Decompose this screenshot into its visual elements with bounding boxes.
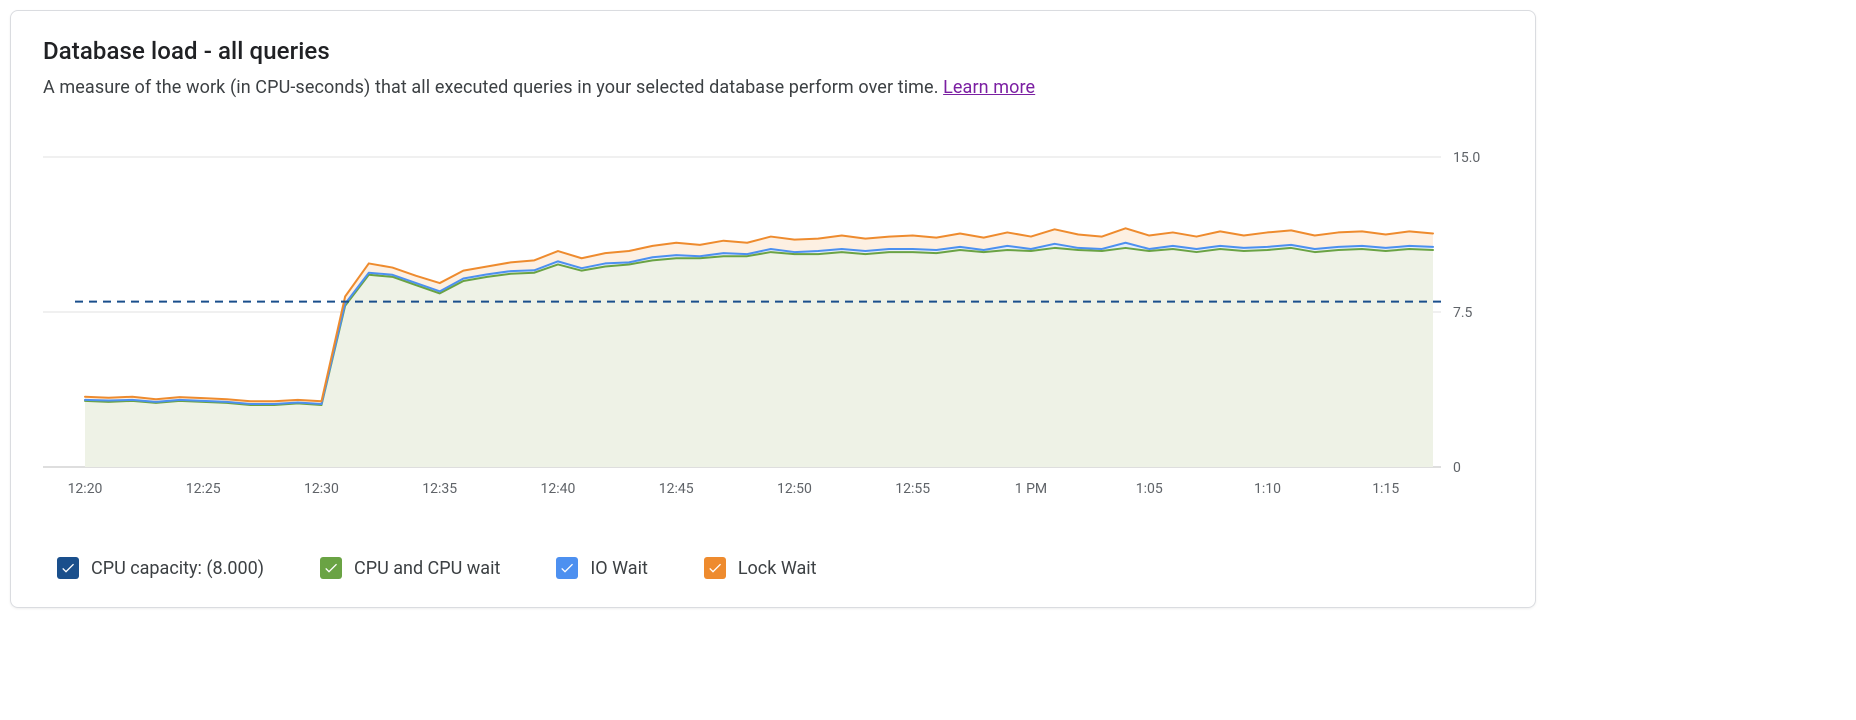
- svg-text:12:35: 12:35: [422, 481, 457, 497]
- legend-cpu-wait[interactable]: CPU and CPU wait: [320, 557, 500, 579]
- legend-io-wait[interactable]: IO Wait: [556, 557, 647, 579]
- legend-label: CPU capacity: (8.000): [91, 558, 264, 579]
- database-load-card: Database load - all queries A measure of…: [10, 10, 1536, 608]
- checkbox-icon: [57, 557, 79, 579]
- svg-text:12:55: 12:55: [895, 481, 930, 497]
- subtitle-text: A measure of the work (in CPU-seconds) t…: [43, 77, 943, 98]
- checkmark-icon: [60, 560, 76, 576]
- legend: CPU capacity: (8.000) CPU and CPU wait I…: [57, 557, 817, 579]
- card-title: Database load - all queries: [43, 11, 1503, 77]
- checkmark-icon: [707, 560, 723, 576]
- legend-label: Lock Wait: [738, 558, 817, 579]
- legend-label: CPU and CPU wait: [354, 558, 500, 579]
- checkmark-icon: [323, 560, 339, 576]
- chart-area: 0 7.5 15.0 12:20 12:25 12:30 12:35 12:40 12:45 12…: [43, 151, 1503, 503]
- checkbox-icon: [556, 557, 578, 579]
- svg-text:12:20: 12:20: [68, 481, 103, 497]
- svg-text:7.5: 7.5: [1453, 305, 1473, 321]
- svg-text:12:50: 12:50: [777, 481, 812, 497]
- svg-text:12:30: 12:30: [304, 481, 339, 497]
- checkbox-icon: [320, 557, 342, 579]
- svg-text:12:40: 12:40: [541, 481, 576, 497]
- svg-text:1 PM: 1 PM: [1015, 481, 1047, 497]
- svg-text:1:05: 1:05: [1136, 481, 1163, 497]
- legend-label: IO Wait: [590, 558, 647, 579]
- svg-text:1:10: 1:10: [1254, 481, 1281, 497]
- card-subtitle: A measure of the work (in CPU-seconds) t…: [43, 77, 1503, 106]
- database-load-chart: 0 7.5 15.0 12:20 12:25 12:30 12:35 12:40 12:45 12…: [43, 151, 1503, 503]
- svg-text:1:15: 1:15: [1372, 481, 1399, 497]
- svg-text:0: 0: [1453, 460, 1461, 476]
- svg-text:12:25: 12:25: [186, 481, 221, 497]
- legend-cpu-capacity[interactable]: CPU capacity: (8.000): [57, 557, 264, 579]
- checkbox-icon: [704, 557, 726, 579]
- svg-text:12:45: 12:45: [659, 481, 694, 497]
- learn-more-link[interactable]: Learn more: [943, 77, 1035, 98]
- checkmark-icon: [559, 560, 575, 576]
- legend-lock-wait[interactable]: Lock Wait: [704, 557, 817, 579]
- svg-text:15.0: 15.0: [1453, 151, 1480, 166]
